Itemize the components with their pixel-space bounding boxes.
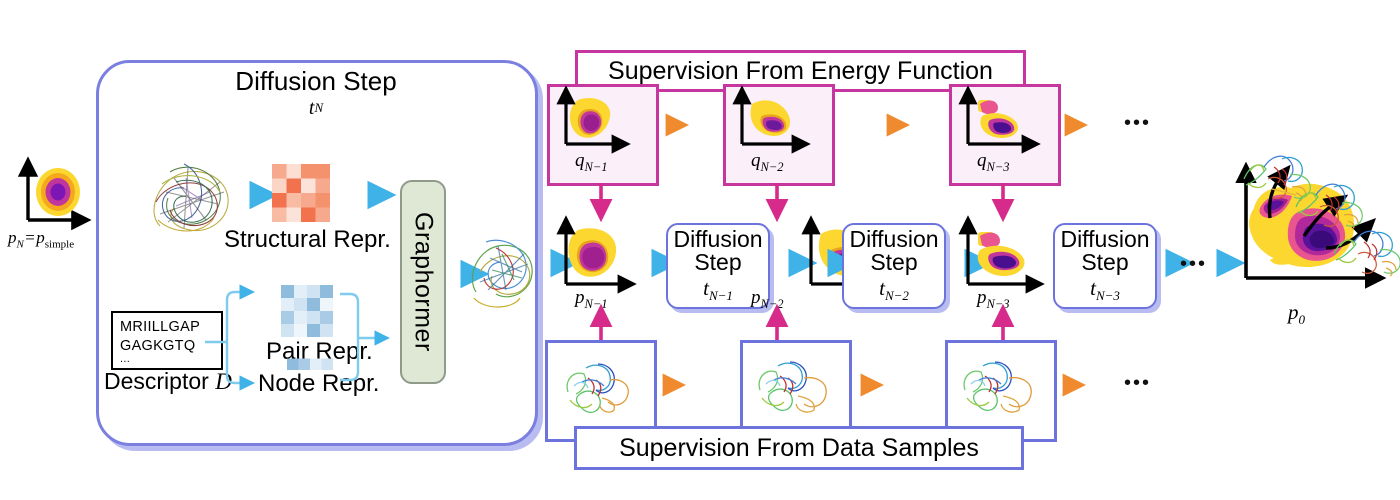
energy-cell-label-q-n-2: qN−2 [751, 150, 784, 174]
flow-arrow-structure-to-matrix [226, 180, 279, 210]
energy-cell-label-q-n-1: qN−1 [575, 150, 608, 174]
diffusion-step-time-3: tN−3 [1090, 275, 1120, 304]
energy-supervision-arrow-1 [663, 113, 719, 137]
chain-label-p-n-2: pN−2 [751, 287, 784, 311]
flow-arrow-p1-to-step1 [637, 248, 681, 278]
data-supervision-arrow-3 [1060, 373, 1122, 397]
diffusion-step-title2-3: Step [1081, 249, 1129, 276]
energy-supervision-arrow-3 [1062, 113, 1122, 137]
flow-arrow-matrix-to-encoder [344, 180, 397, 210]
refined-structure-icon [462, 228, 542, 312]
energy-density-plot-2 [732, 85, 820, 154]
data-inject-arrow-2 [765, 303, 789, 344]
flow-arrow-step3-to-ellipsis [1157, 248, 1195, 278]
descriptor-line-2: GAGKGTQ [120, 337, 196, 354]
supervision-energy-banner-label: Supervision From Energy Function [608, 56, 993, 85]
descriptor-line-3: ... [120, 353, 131, 366]
data-row-ellipsis: ••• [1124, 372, 1152, 394]
final-conformation-3 [1328, 222, 1400, 286]
initial-distribution-label: pN = psimple [8, 228, 75, 251]
initial-distribution-axes-icon [17, 156, 92, 231]
repr-merge-bracket [340, 290, 398, 386]
structural-repr-label: Structural Repr. [224, 226, 391, 253]
final-distribution-label: p0 [1288, 300, 1305, 328]
chain-row-ellipsis: ••• [1180, 253, 1208, 275]
data-sample-protein-1 [558, 352, 642, 426]
diffusion-step-title-2: Diffusion [849, 225, 939, 252]
energy-inject-arrow-3 [991, 182, 1015, 223]
data-inject-arrow-1 [589, 303, 613, 344]
diffusion-step-time-2: tN−2 [879, 275, 909, 304]
data-inject-arrow-3 [991, 303, 1015, 344]
energy-supervision-arrow-2 [884, 113, 944, 137]
diffusion-step-time-1: tN−1 [703, 275, 733, 304]
energy-density-plot-3 [958, 85, 1046, 154]
energy-row-ellipsis: ••• [1124, 112, 1152, 134]
data-supervision-arrow-1 [660, 373, 730, 397]
supervision-data-banner-label: Supervision From Data Samples [619, 433, 979, 462]
chain-density-plot-p-n-3 [958, 215, 1050, 296]
chain-label-p-n-3: pN−3 [977, 287, 1010, 311]
chain-label-p-n-1: pN−1 [575, 287, 608, 311]
diffusion-step-title2-2: Step [870, 249, 918, 276]
descriptor-line-1: MRIILLGAP [120, 319, 201, 335]
supervision-data-banner: Supervision From Data Samples [574, 426, 1024, 470]
graphormer-label: Graphormer [409, 212, 438, 352]
data-supervision-arrow-2 [858, 373, 934, 397]
descriptor-label-text: Descriptor [104, 368, 209, 394]
energy-cell-label-q-n-3: qN−3 [977, 150, 1010, 174]
initial-distribution-plot [16, 156, 108, 231]
graphormer-encoder-box: Graphormer [400, 180, 446, 384]
structural-repr-matrix [272, 164, 330, 222]
data-sample-protein-2 [752, 352, 836, 426]
diffusion-step-box-3: Diffusion Step tN−3 [1053, 223, 1157, 309]
energy-inject-arrow-2 [765, 182, 789, 223]
energy-inject-arrow-1 [589, 182, 613, 223]
diffusion-step-box-2: Diffusion Step tN−2 [842, 223, 946, 309]
node-repr-matrix [287, 358, 333, 370]
pair-repr-matrix [281, 285, 333, 337]
diffusion-step-title-3: Diffusion [1060, 225, 1150, 252]
data-sample-protein-3 [957, 352, 1041, 426]
panel-subtitle: tN [308, 96, 324, 119]
descriptor-split-bracket [205, 284, 263, 391]
energy-density-plot-1 [556, 85, 644, 154]
panel-title: Diffusion Step [235, 65, 397, 96]
figure-canvas: pN = psimple Diffusion Step tN Structura… [0, 0, 1400, 500]
chain-density-plot-p-n-1 [556, 215, 648, 296]
flow-arrow-p2-to-step2 [813, 248, 857, 278]
